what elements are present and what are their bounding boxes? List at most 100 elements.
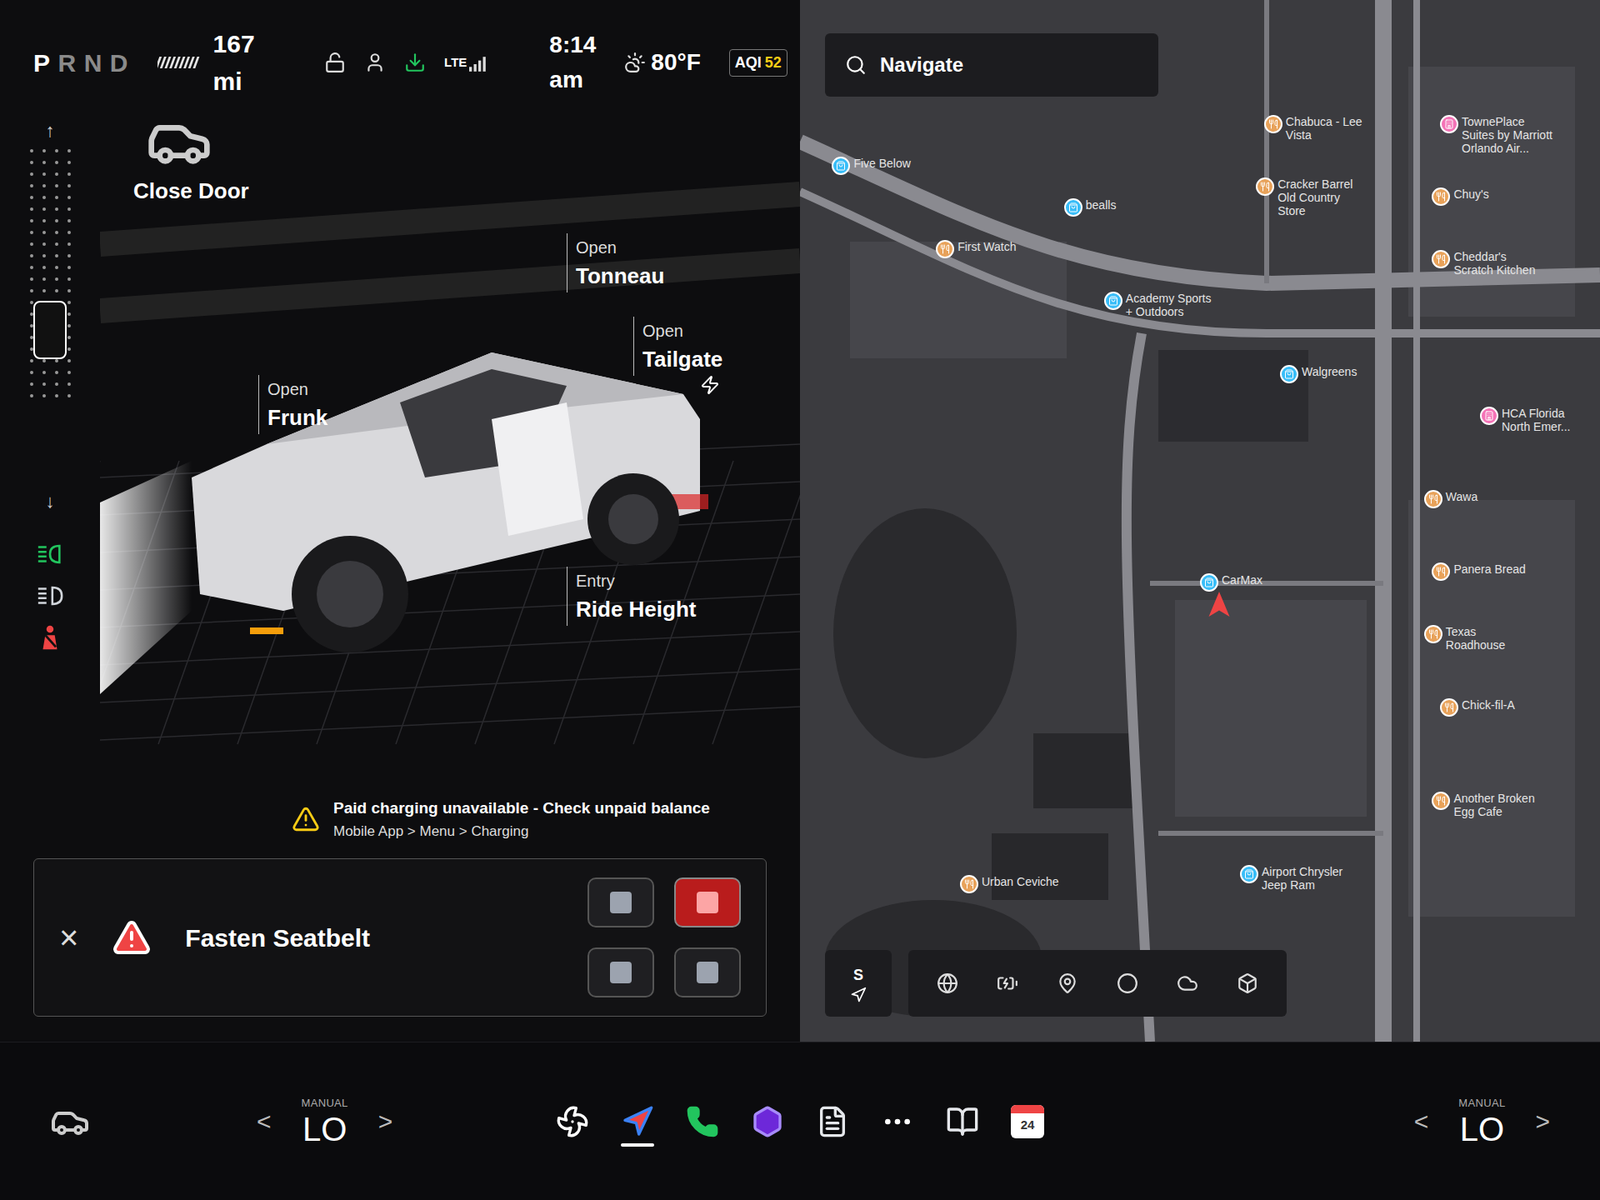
navigation-icon	[620, 1105, 655, 1139]
headlight-icon	[35, 540, 65, 569]
shop-icon	[1068, 202, 1079, 213]
weather-layer-icon[interactable]	[1176, 972, 1199, 995]
map-poi[interactable]: Chick-fil-A	[1440, 698, 1515, 717]
traffic-icon[interactable]	[1116, 972, 1139, 995]
unlocked-icon[interactable]	[324, 51, 346, 74]
vehicle-control[interactable]: Close Door	[133, 108, 250, 208]
shop-icon	[1284, 369, 1295, 380]
restaurant-icon	[1428, 494, 1439, 505]
app-dock: 24	[555, 1096, 1045, 1147]
map-poi[interactable]: Chabuca - Lee Vista	[1264, 115, 1378, 142]
climate-mode: MANUAL	[301, 1095, 349, 1112]
calendar-icon: 24	[1010, 1105, 1045, 1139]
map-poi[interactable]: Wawa	[1424, 490, 1478, 509]
restaurant-icon	[1268, 119, 1279, 130]
dock-app[interactable]	[750, 1096, 785, 1147]
map-poi[interactable]: Another Broken Egg Cafe	[1431, 791, 1545, 819]
pin-icon[interactable]	[1056, 972, 1079, 995]
map-poi[interactable]: Chuy's	[1431, 187, 1489, 206]
hotel-icon	[1484, 410, 1495, 421]
temp-down-button[interactable]: <	[256, 1102, 272, 1140]
alert-message: Fasten Seatbelt	[185, 919, 555, 957]
map-poi[interactable]: Five Below	[831, 156, 910, 175]
map-controls: S	[825, 950, 1287, 1017]
map-poi[interactable]: CarMax	[1200, 573, 1263, 592]
restaurant-icon	[940, 244, 950, 255]
gear-indicator: N	[84, 44, 104, 82]
map-poi[interactable]: Urban Ceviche	[960, 875, 1060, 894]
seat	[674, 947, 741, 998]
map[interactable]: Navigate Five Below bealls First Watch Acade…	[800, 0, 1600, 1042]
navigate-search[interactable]: Navigate	[825, 33, 1159, 97]
vehicle-control[interactable]: OpenTailgate	[633, 316, 723, 376]
map-poi[interactable]: Texas Roadhouse	[1424, 625, 1538, 652]
side-controls: ↑↓	[0, 100, 100, 850]
door-icon	[133, 108, 225, 175]
map-poi[interactable]: Academy Sports + Outdoors	[1104, 291, 1218, 319]
driver-climate: < MANUALLO >	[256, 1095, 393, 1149]
charge-port-icon[interactable]	[700, 375, 720, 395]
temp-down-button[interactable]: <	[1414, 1102, 1430, 1140]
3d-view-icon[interactable]	[1236, 972, 1259, 995]
vehicle-control[interactable]: OpenFrunk	[258, 375, 328, 435]
phone-icon	[685, 1105, 720, 1139]
gear-indicator: D	[110, 44, 130, 82]
indicator-lights	[35, 540, 65, 652]
vehicle-panel: PRND167 miLTE8:14 am80°FAQI52↑↓Close Doo…	[0, 0, 800, 1042]
ride-height-slider[interactable]: ↑↓	[16, 116, 84, 515]
map-poi[interactable]: bealls	[1064, 198, 1117, 217]
map-poi[interactable]: Cracker Barrel Old Country Store	[1255, 177, 1370, 218]
temp-up-button[interactable]: >	[378, 1102, 394, 1140]
passenger-climate: < MANUALLO >	[1414, 1095, 1550, 1149]
dock-app[interactable]	[880, 1096, 915, 1147]
map-poi[interactable]: Walgreens	[1280, 365, 1357, 384]
charger-icon[interactable]	[996, 972, 1019, 995]
vehicle-icon[interactable]	[50, 1101, 90, 1142]
map-poi[interactable]: Airport Chrysler Jeep Ram	[1240, 865, 1354, 892]
vehicle-view: Close Door OpenTonneau OpenTailgate OpenFru…	[100, 100, 800, 850]
download-icon[interactable]	[404, 51, 426, 74]
bottom-bar: <MANUALLO>24<MANUALLO>	[0, 1041, 1600, 1200]
shop-icon	[1204, 577, 1215, 588]
vehicle-body: ↑↓ Close Door OpenTonneau OpenTailgate OpenF…	[0, 100, 800, 850]
hotel-icon	[1444, 119, 1455, 130]
dock-app[interactable]: 24	[1010, 1096, 1045, 1147]
seatbelt-icon	[35, 623, 65, 652]
map-poi[interactable]: Cheddar's Scratch Kitchen	[1431, 250, 1545, 277]
restaurant-icon	[964, 879, 975, 890]
close-alert-button[interactable]: ×	[59, 912, 79, 963]
map-poi[interactable]: First Watch	[935, 240, 1016, 259]
seat	[674, 877, 741, 928]
climate-setting[interactable]: LO	[1460, 1110, 1505, 1148]
driver-profile-icon[interactable]	[364, 51, 386, 74]
dock-app[interactable]	[945, 1096, 980, 1147]
charging-warning: Paid charging unavailable - Check unpaid…	[100, 788, 800, 850]
status-bar: PRND167 miLTE8:14 am80°FAQI52	[0, 0, 800, 100]
map-poi[interactable]: TownePlace Suites by Marriott Orlando Ai…	[1440, 115, 1554, 155]
restaurant-icon	[1435, 795, 1446, 806]
map-toolbar	[908, 950, 1287, 1017]
dock-app[interactable]	[555, 1096, 590, 1147]
main-area: PRND167 miLTE8:14 am80°FAQI52↑↓Close Doo…	[0, 0, 1600, 1042]
shop-icon	[1244, 869, 1255, 880]
shop-icon	[1108, 295, 1119, 306]
ride-height-handle[interactable]	[33, 300, 67, 360]
gear-indicator: R	[58, 44, 78, 82]
temp-up-button[interactable]: >	[1535, 1102, 1550, 1140]
more-icon	[880, 1105, 915, 1139]
map-poi[interactable]: HCA Florida North Emer...	[1480, 406, 1594, 434]
dock-app[interactable]	[685, 1096, 720, 1147]
vehicle-control[interactable]: OpenTonneau	[566, 233, 665, 293]
seat-diagram	[587, 877, 741, 998]
climate-mode: MANUAL	[1458, 1095, 1505, 1112]
heading-icon	[850, 986, 867, 1004]
climate-setting[interactable]: LO	[302, 1110, 347, 1148]
dock-app[interactable]	[815, 1096, 850, 1147]
vehicle-control[interactable]: EntryRide Height	[566, 566, 696, 626]
satellite-icon[interactable]	[936, 972, 959, 995]
dock-app[interactable]	[620, 1096, 655, 1147]
map-poi[interactable]: Panera Bread	[1431, 562, 1525, 581]
compass[interactable]: S	[825, 950, 892, 1017]
restaurant-icon	[1435, 191, 1446, 202]
shop-icon	[835, 160, 846, 171]
